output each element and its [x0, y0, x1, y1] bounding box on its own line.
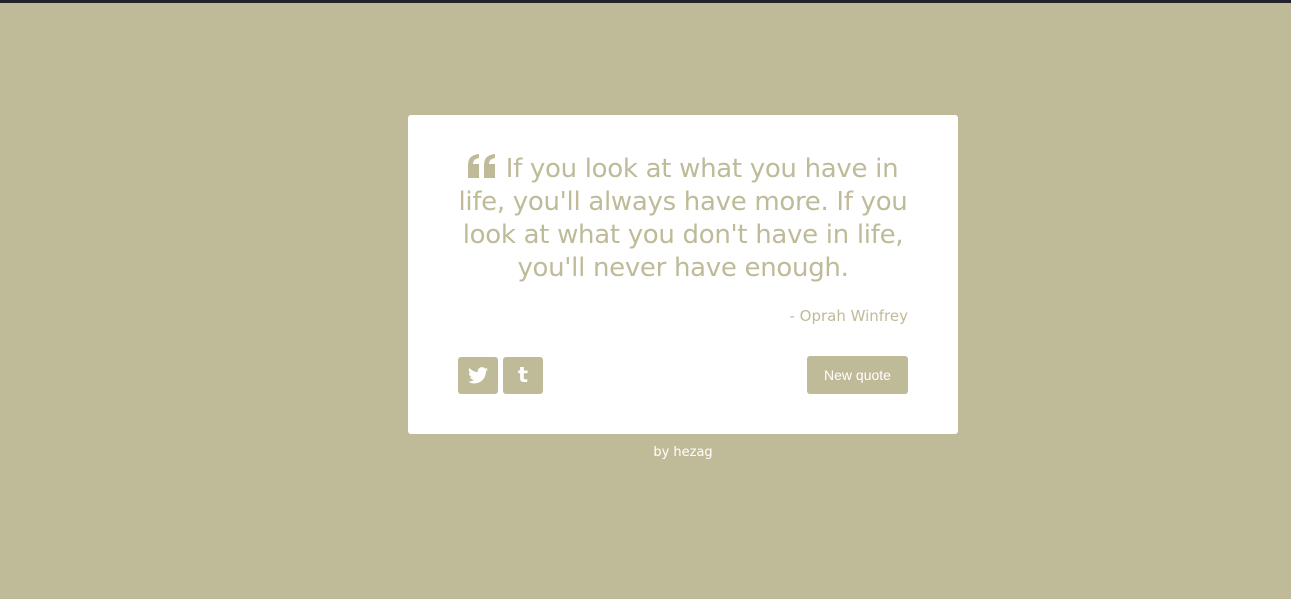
quote-author: - Oprah Winfrey	[789, 307, 908, 325]
quote-card: If you look at what you have in life, yo…	[408, 115, 958, 434]
credit-line: by hezag	[408, 445, 958, 460]
quote-text: If you look at what you have in life, yo…	[458, 154, 908, 283]
new-quote-button[interactable]: New quote	[807, 356, 908, 394]
author-link[interactable]: hezag	[673, 445, 712, 460]
quote-text-block: If you look at what you have in life, yo…	[458, 153, 908, 285]
twitter-icon	[468, 367, 488, 384]
tweet-button[interactable]	[458, 357, 498, 394]
tumblr-button[interactable]: t	[503, 357, 543, 394]
credit-prefix: by	[653, 445, 674, 460]
quote-left-icon	[467, 154, 495, 178]
tumblr-icon: t	[517, 363, 529, 387]
